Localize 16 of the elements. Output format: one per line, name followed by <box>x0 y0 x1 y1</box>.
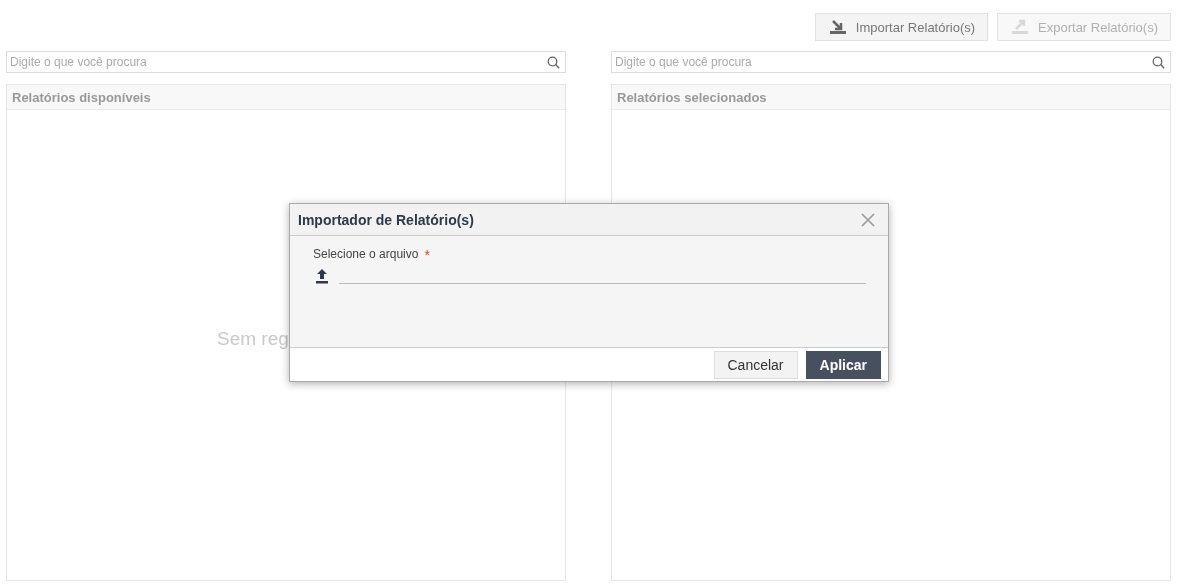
import-arrow-icon <box>827 19 848 35</box>
search-icon <box>1152 56 1165 69</box>
close-icon[interactable] <box>860 211 876 228</box>
cancel-button[interactable]: Cancelar <box>713 350 798 379</box>
import-button[interactable]: Importar Relatório(s) <box>814 13 989 41</box>
apply-button[interactable]: Aplicar <box>805 350 881 379</box>
required-mark: * <box>424 247 430 263</box>
search-field[interactable]: Digite o que você procura <box>611 51 1171 73</box>
search-icon <box>547 56 560 69</box>
dialog-title: Importador de Relatório(s) <box>298 211 474 228</box>
field-label: Selecione o arquivo <box>313 247 419 263</box>
search-field[interactable]: Digite o que você procura <box>6 51 566 73</box>
panel-title: Relatórios disponíveis <box>12 89 151 105</box>
panel-title: Relatórios selecionados <box>617 89 767 105</box>
export-arrow-icon <box>1010 19 1031 35</box>
upload-icon[interactable] <box>315 267 329 284</box>
